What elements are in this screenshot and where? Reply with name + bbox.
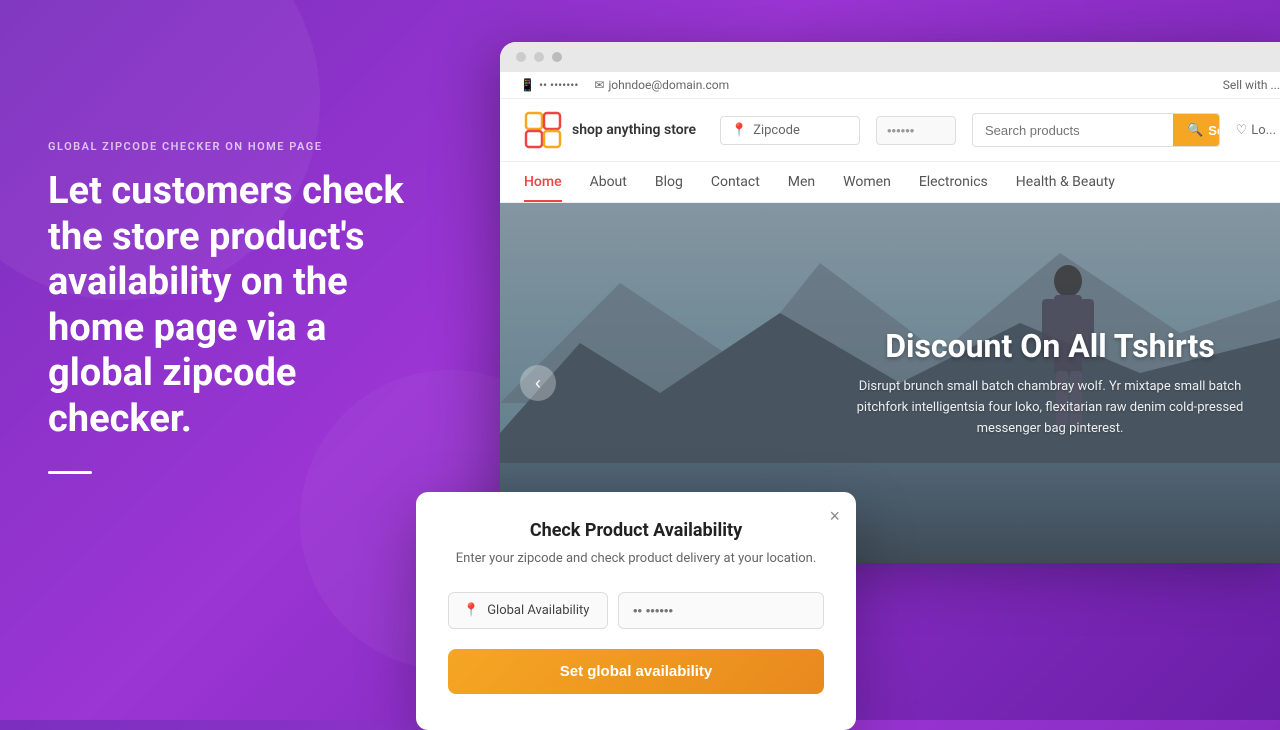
left-panel: GLOBAL ZIPCODE CHECKER ON HOME PAGE Let …	[48, 140, 428, 474]
modal-title: Check Product Availability	[448, 520, 824, 541]
hero-content: Discount On All Tshirts Disrupt brunch s…	[840, 327, 1260, 439]
header-icons: ♡ Lo...	[1236, 123, 1276, 138]
nav-women-label: Women	[843, 174, 891, 190]
site-header: shop anything store 📍 Zipcode 🔍 Search ♡…	[500, 99, 1280, 162]
location-pin-icon: 📍	[463, 603, 479, 618]
availability-label: Global Availability	[487, 603, 589, 618]
nav-health-label: Health & Beauty	[1016, 174, 1115, 190]
email-address: johndoe@domain.com	[608, 78, 729, 92]
search-icon: 🔍	[1187, 122, 1203, 138]
zipcode-label: Zipcode	[753, 123, 800, 138]
nav-item-contact[interactable]: Contact	[711, 162, 760, 202]
browser-mockup: 📱 •• ••••••• ✉ johndoe@domain.com Sell w…	[500, 42, 1280, 563]
modal-form: 📍 Global Availability	[448, 592, 824, 629]
set-availability-button[interactable]: Set global availability	[448, 649, 824, 694]
nav-electronics-label: Electronics	[919, 174, 988, 190]
modal-close-button[interactable]: ×	[829, 506, 840, 527]
nav-item-women[interactable]: Women	[843, 162, 891, 202]
email-icon: ✉	[594, 78, 604, 92]
wishlist-label: Lo...	[1251, 123, 1276, 138]
modal-dialog: × Check Product Availability Enter your …	[416, 492, 856, 730]
modal-subtitle: Enter your zipcode and check product del…	[448, 549, 824, 569]
topbar-email: ✉ johndoe@domain.com	[594, 78, 729, 92]
hero-title: Discount On All Tshirts	[840, 327, 1260, 365]
nav-about-label: About	[590, 174, 627, 190]
divider	[48, 471, 92, 474]
nav-home-label: Home	[524, 174, 562, 190]
search-input[interactable]	[973, 114, 1173, 146]
wishlist-icon[interactable]: ♡	[1236, 123, 1248, 138]
location-icon: 📍	[731, 123, 747, 138]
search-button-label: Search	[1208, 123, 1219, 138]
search-button[interactable]: 🔍 Search	[1173, 114, 1220, 146]
topbar-sell: Sell with ...	[1223, 78, 1280, 92]
nav-item-men[interactable]: Men	[788, 162, 815, 202]
nav-item-about[interactable]: About	[590, 162, 627, 202]
nav-men-label: Men	[788, 174, 815, 190]
browser-dot-3	[552, 52, 562, 62]
nav-blog-label: Blog	[655, 174, 683, 190]
logo-text: shop anything store	[572, 122, 696, 139]
zipcode-area[interactable]: 📍 Zipcode	[720, 116, 860, 145]
phone-icon: 📱	[520, 78, 535, 92]
phone-number: •• •••••••	[539, 78, 578, 92]
logo-icon	[524, 111, 562, 149]
topbar: 📱 •• ••••••• ✉ johndoe@domain.com Sell w…	[500, 72, 1280, 99]
browser-dot-2	[534, 52, 544, 62]
hero-prev-button[interactable]: ‹	[520, 365, 556, 401]
topbar-phone: 📱 •• •••••••	[520, 78, 578, 92]
search-area: 🔍 Search	[972, 113, 1220, 147]
hero-description: Disrupt brunch small batch chambray wolf…	[840, 377, 1260, 439]
site-nav: Home About Blog Contact Men Women Electr…	[500, 162, 1280, 203]
nav-item-home[interactable]: Home	[524, 162, 562, 202]
availability-selector[interactable]: 📍 Global Availability	[448, 592, 608, 629]
feature-headline: Let customers check the store product's …	[48, 169, 428, 443]
nav-item-blog[interactable]: Blog	[655, 162, 683, 202]
logo-area: shop anything store	[524, 111, 704, 149]
browser-dot-1	[516, 52, 526, 62]
chevron-left-icon: ‹	[535, 373, 541, 394]
feature-label: GLOBAL ZIPCODE CHECKER ON HOME PAGE	[48, 140, 428, 153]
nav-contact-label: Contact	[711, 174, 760, 190]
nav-item-health[interactable]: Health & Beauty	[1016, 162, 1115, 202]
modal-zipcode-input[interactable]	[618, 592, 824, 629]
nav-item-electronics[interactable]: Electronics	[919, 162, 988, 202]
browser-chrome	[500, 42, 1280, 72]
zipcode-input[interactable]	[876, 116, 956, 145]
